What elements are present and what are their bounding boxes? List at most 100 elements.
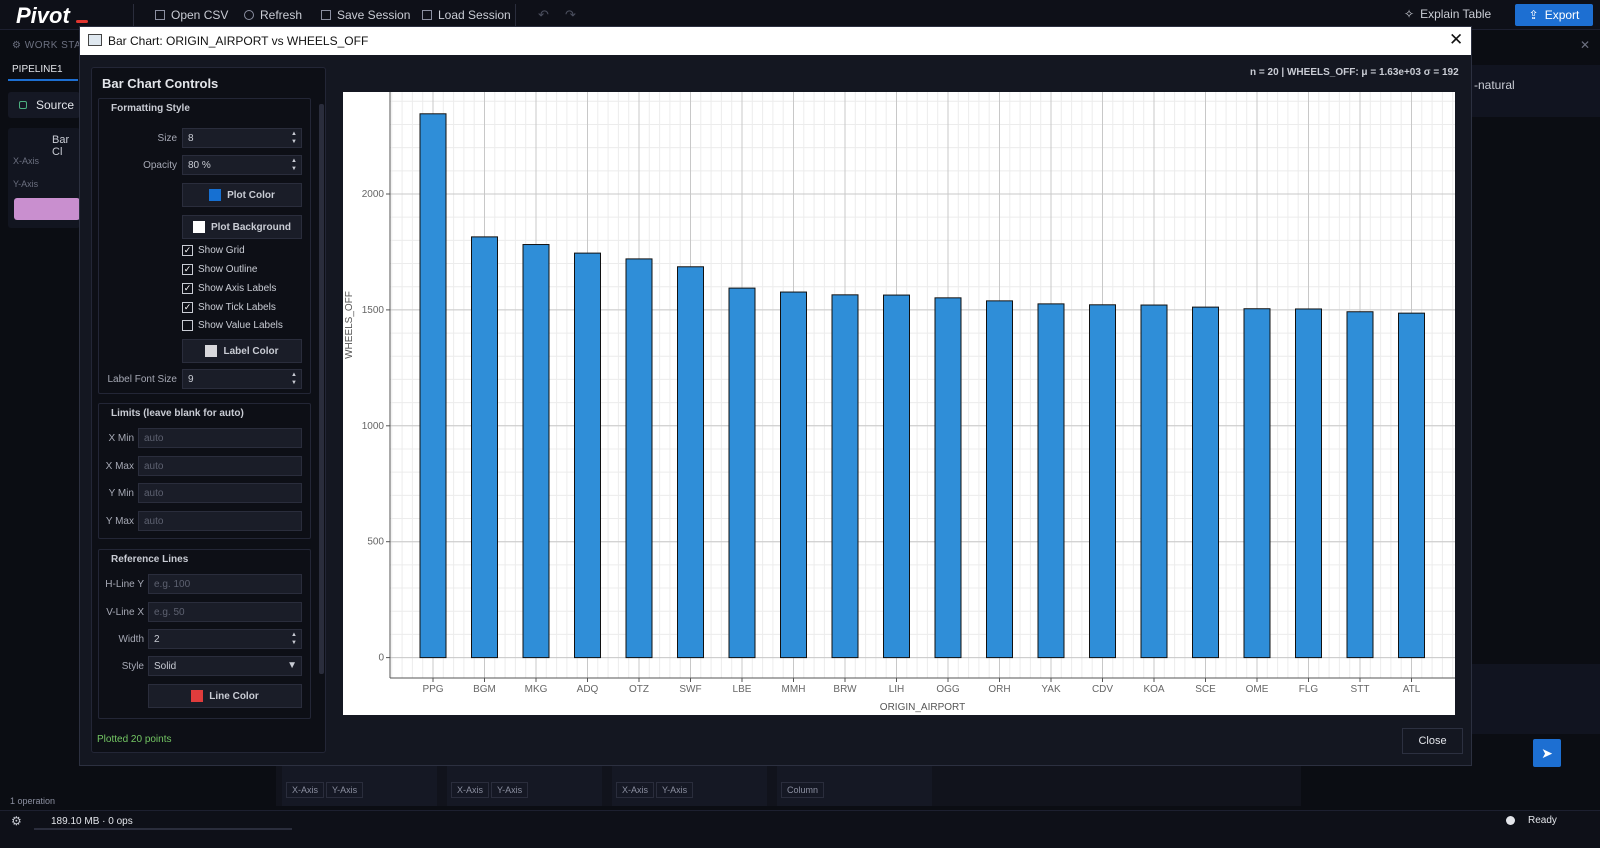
show-axis-labels-label: Show Axis Labels [198,283,277,294]
source-label: Source [36,98,75,112]
bar [625,258,653,659]
x-tick-label: PPG [422,684,443,695]
bar [574,252,601,659]
explain-table-button[interactable]: ✧ Explain Table [1404,7,1491,21]
label-font-size-spinbox[interactable]: 9 ▲ ▼ [182,369,302,389]
open-csv-button[interactable]: Open CSV [155,7,228,23]
close-panel-icon[interactable]: ✕ [1580,38,1590,52]
x-tick-label: KOA [1143,684,1164,695]
show-outline-label: Show Outline [198,264,258,275]
show-axis-labels-checkbox[interactable]: ✓ Show Axis Labels [182,283,276,294]
y-tick-label: 1000 [362,421,385,432]
y-min-input[interactable]: auto [138,483,302,503]
save-session-button[interactable]: Save Session [321,7,410,23]
chevron-down-icon: ▼ [287,660,297,671]
node-x-axis-label: X-Axis [13,156,40,166]
workspace-header: ⚙ WORK STA [12,40,82,51]
status-text: Ready [1528,815,1557,826]
plot-background-label: Plot Background [210,221,291,233]
show-outline-checkbox[interactable]: ✓ Show Outline [182,264,257,275]
bar [1243,308,1271,659]
chip-y-axis[interactable]: Y-Axis [326,782,364,798]
v-line-input[interactable]: e.g. 50 [148,602,302,622]
y-tick-label: 0 [378,653,384,664]
run-node-button[interactable] [14,198,80,220]
checkbox-checked-icon: ✓ [182,264,193,275]
undo-icon[interactable]: ↶ [538,7,549,23]
dialog-titlebar[interactable]: Bar Chart: ORIGIN_AIRPORT vs WHEELS_OFF … [80,27,1471,55]
x-tick-label: CDV [1092,684,1113,695]
line-color-button[interactable]: Line Color [148,684,302,708]
line-color-swatch [191,690,204,702]
plot-color-button[interactable]: Plot Color [182,183,302,207]
close-button[interactable]: Close [1402,728,1463,754]
send-button[interactable]: ➤ [1533,739,1561,767]
controls-scrollbar[interactable] [319,104,324,674]
chip-y-axis[interactable]: Y-Axis [656,782,694,798]
x-min-input[interactable]: auto [138,428,302,448]
spin-arrows-icon[interactable]: ▲ ▼ [291,631,297,647]
style-dropdown[interactable]: Solid ▼ [148,656,302,676]
export-button[interactable]: ⇪ Export [1515,4,1593,26]
x-max-input[interactable]: auto [138,456,302,476]
x-tick-label: YAK [1041,684,1061,695]
spin-arrows-icon[interactable]: ▲ ▼ [291,130,297,146]
line-color-label: Line Color [209,690,259,702]
show-grid-checkbox[interactable]: ✓ Show Grid [182,245,245,256]
refresh-button[interactable]: Refresh [244,7,302,23]
y-max-label: Y Max [105,516,134,527]
y-max-input[interactable]: auto [138,511,302,531]
x-tick-label: STT [1351,684,1370,695]
show-tick-labels-label: Show Tick Labels [198,302,276,313]
app-logo: Pivot [16,3,70,28]
dialog-title: Bar Chart: ORIGIN_AIRPORT vs WHEELS_OFF [108,34,369,48]
y-axis-label: WHEELS_OFF [344,291,355,359]
export-label: Export [1544,8,1580,22]
size-value: 8 [188,132,194,144]
plot-color-label: Plot Color [227,189,275,201]
open-csv-label: Open CSV [171,8,229,22]
bar [1037,303,1065,659]
chip-y-axis[interactable]: Y-Axis [491,782,529,798]
chip-x-axis[interactable]: X-Axis [616,782,655,798]
plot-background-button[interactable]: Plot Background [182,215,302,239]
x-tick-label: ATL [1403,684,1421,695]
x-tick-label: MKG [525,684,548,695]
show-tick-labels-checkbox[interactable]: ✓ Show Tick Labels [182,302,276,313]
reference-lines-title: Reference Lines [111,554,189,565]
chip-x-axis[interactable]: X-Axis [286,782,325,798]
size-spinbox[interactable]: 8 ▲ ▼ [182,128,302,148]
label-font-size-value: 9 [188,373,194,385]
close-icon[interactable]: ✕ [1449,30,1463,50]
y-min-label: Y Min [108,488,134,499]
tab-pipeline1[interactable]: PIPELINE1 [12,64,63,75]
h-line-input[interactable]: e.g. 100 [148,574,302,594]
x-max-label: X Max [105,461,134,472]
plotted-status: Plotted 20 points [97,734,172,745]
bar [1089,304,1116,659]
show-grid-label: Show Grid [198,245,245,256]
upload-icon [422,10,432,20]
spin-arrows-icon[interactable]: ▲ ▼ [291,157,297,173]
node-label: Bar Cl [52,134,70,158]
gear-icon[interactable]: ⚙ [11,814,22,828]
show-value-labels-checkbox[interactable]: Show Value Labels [182,320,283,331]
x-tick-label: FLG [1299,684,1319,695]
label-color-button[interactable]: Label Color [182,339,302,363]
checkbox-checked-icon: ✓ [182,302,193,313]
redo-icon[interactable]: ↷ [565,7,576,23]
formatting-style-group: Formatting Style Size 8 ▲ ▼ Opacity 80 % ▲ ▼… [98,98,311,394]
width-spinbox[interactable]: 2 ▲ ▼ [148,629,302,649]
bar [1295,308,1322,659]
source-node[interactable]: Source [8,92,80,118]
bar [1140,304,1168,659]
x-tick-label: SCE [1195,684,1216,695]
x-tick-label: BRW [833,684,857,695]
load-session-button[interactable]: Load Session [422,7,511,23]
plot-color-swatch [209,189,222,201]
spin-arrows-icon[interactable]: ▲ ▼ [291,371,297,387]
chip-column[interactable]: Column [781,782,825,798]
chip-x-axis[interactable]: X-Axis [451,782,490,798]
opacity-spinbox[interactable]: 80 % ▲ ▼ [182,155,302,175]
bar [934,297,962,659]
